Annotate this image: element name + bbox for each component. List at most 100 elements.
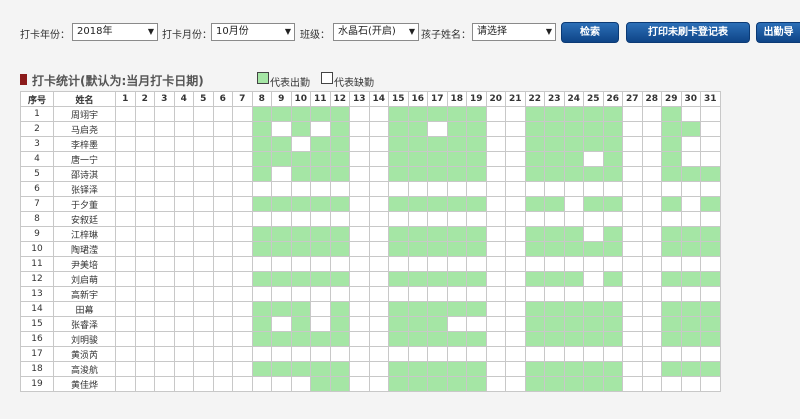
- row-index: 2: [20, 121, 54, 137]
- attendance-cell-absent: [368, 271, 389, 287]
- chevron-down-icon: ▼: [147, 27, 154, 36]
- attendance-cell-present: [427, 226, 448, 242]
- header-day: 27: [622, 91, 643, 107]
- attendance-cell-absent: [173, 181, 194, 197]
- attendance-cell-present: [602, 241, 623, 257]
- attendance-cell-present: [251, 166, 272, 182]
- attendance-cell-absent: [349, 151, 370, 167]
- class-select-value: 水晶石(开启): [338, 26, 396, 37]
- attendance-cell-absent: [446, 346, 467, 362]
- print-unswiped-button[interactable]: 打印未刷卡登记表: [626, 22, 750, 43]
- table-row: 9 江梓琳: [20, 226, 721, 242]
- attendance-cell-absent: [251, 181, 272, 197]
- table-row: 12 刘启萌: [20, 271, 721, 287]
- attendance-cell-present: [427, 166, 448, 182]
- attendance-cell-absent: [232, 136, 253, 152]
- attendance-cell-present: [563, 121, 584, 137]
- attendance-cell-absent: [115, 211, 136, 227]
- attendance-cell-present: [407, 106, 428, 122]
- table-row: 6 张铎泽: [20, 181, 721, 197]
- attendance-cell-present: [661, 331, 682, 347]
- class-select[interactable]: 水晶石(开启) ▼: [333, 23, 419, 41]
- attendance-cell-present: [524, 166, 545, 182]
- attendance-cell-present: [602, 271, 623, 287]
- attendance-cell-absent: [134, 106, 155, 122]
- attendance-cell-present: [524, 226, 545, 242]
- legend-absent-swatch: [321, 72, 333, 84]
- attendance-cell-present: [661, 196, 682, 212]
- attendance-cell-absent: [349, 211, 370, 227]
- attendance-cell-absent: [173, 286, 194, 302]
- attendance-cell-absent: [641, 331, 662, 347]
- attendance-cell-present: [427, 151, 448, 167]
- attendance-cell-absent: [134, 136, 155, 152]
- attendance-cell-absent: [232, 331, 253, 347]
- attendance-cell-absent: [563, 196, 584, 212]
- student-name: 江梓琳: [53, 226, 116, 242]
- attendance-cell-present: [329, 166, 350, 182]
- year-select[interactable]: 2018年 ▼: [72, 23, 158, 41]
- attendance-cell-present: [602, 136, 623, 152]
- search-button[interactable]: 检索: [561, 22, 619, 43]
- attendance-cell-absent: [505, 106, 526, 122]
- attendance-cell-absent: [134, 256, 155, 272]
- attendance-cell-present: [563, 226, 584, 242]
- child-select[interactable]: 请选择 ▼: [472, 23, 556, 41]
- attendance-cell-absent: [544, 211, 565, 227]
- attendance-cell-present: [329, 331, 350, 347]
- attendance-cell-absent: [310, 256, 331, 272]
- attendance-cell-present: [251, 271, 272, 287]
- header-day: 20: [485, 91, 506, 107]
- attendance-cell-absent: [134, 286, 155, 302]
- attendance-cell-present: [602, 376, 623, 392]
- attendance-cell-present: [524, 121, 545, 137]
- header-day: 25: [583, 91, 604, 107]
- attendance-cell-present: [271, 331, 292, 347]
- attendance-cell-present: [446, 331, 467, 347]
- attendance-cell-absent: [505, 181, 526, 197]
- attendance-cell-absent: [232, 271, 253, 287]
- attendance-cell-absent: [271, 316, 292, 332]
- attendance-cell-absent: [485, 301, 506, 317]
- attendance-cell-present: [388, 196, 409, 212]
- attendance-cell-absent: [310, 181, 331, 197]
- attendance-cell-present: [407, 271, 428, 287]
- attendance-cell-absent: [115, 151, 136, 167]
- attendance-cell-absent: [115, 271, 136, 287]
- attendance-cell-present: [446, 106, 467, 122]
- attendance-cell-present: [680, 241, 701, 257]
- attendance-cell-present: [583, 121, 604, 137]
- attendance-cell-absent: [368, 106, 389, 122]
- header-day: 8: [251, 91, 272, 107]
- attendance-cell-present: [407, 136, 428, 152]
- attendance-cell-present: [290, 316, 311, 332]
- table-row: 5 邵诗淇: [20, 166, 721, 182]
- attendance-cell-absent: [680, 181, 701, 197]
- attendance-cell-absent: [349, 271, 370, 287]
- attendance-cell-present: [290, 106, 311, 122]
- attendance-cell-present: [661, 121, 682, 137]
- attendance-cell-absent: [368, 241, 389, 257]
- attendance-cell-absent: [622, 121, 643, 137]
- attendance-cell-present: [271, 151, 292, 167]
- row-index: 14: [20, 301, 54, 317]
- attendance-cell-absent: [134, 331, 155, 347]
- attendance-cell-absent: [583, 211, 604, 227]
- attendance-cell-present: [466, 376, 487, 392]
- attendance-cell-absent: [134, 316, 155, 332]
- attendance-cell-absent: [544, 181, 565, 197]
- attendance-cell-present: [290, 166, 311, 182]
- attendance-cell-present: [251, 301, 272, 317]
- attendance-cell-absent: [622, 361, 643, 377]
- attendance-cell-present: [310, 271, 331, 287]
- attendance-cell-absent: [368, 196, 389, 212]
- attendance-cell-present: [700, 301, 721, 317]
- attendance-cell-present: [329, 316, 350, 332]
- export-attendance-button[interactable]: 出勤导: [756, 22, 800, 43]
- attendance-cell-absent: [251, 376, 272, 392]
- row-index: 4: [20, 151, 54, 167]
- month-select[interactable]: 10月份 ▼: [211, 23, 295, 41]
- attendance-cell-absent: [661, 346, 682, 362]
- attendance-cell-absent: [115, 121, 136, 137]
- attendance-cell-absent: [407, 346, 428, 362]
